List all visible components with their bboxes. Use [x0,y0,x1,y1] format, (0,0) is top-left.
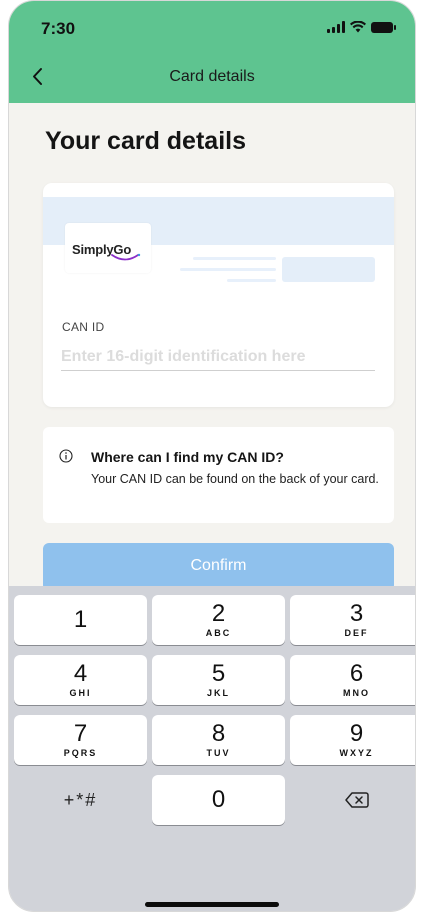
key-letters: TUV [206,748,231,758]
key-number: 0 [211,786,226,813]
page-title: Your card details [45,127,246,155]
key-number: 7 [73,720,88,747]
nav-title: Card details [169,68,255,85]
key-letters: ABC [205,628,232,638]
key-8[interactable]: 8 TUV [152,715,285,765]
signal-icon [327,21,345,33]
help-title: Where can I find my CAN ID? [91,449,284,465]
key-number: 4 [73,660,88,687]
symbols-key[interactable]: +*# [14,775,147,825]
key-4[interactable]: 4 GHI [14,655,147,705]
card-deco-pill [282,257,375,282]
key-0[interactable]: 0 [152,775,285,825]
key-2[interactable]: 2 ABC [152,595,285,645]
key-5[interactable]: 5 JKL [152,655,285,705]
key-number: 3 [349,600,364,627]
logo-smile-icon [111,253,141,261]
numeric-keypad: 1 2 ABC 3 DEF 4 GHI 5 JKL 6 MNO 7 PQRS 8… [9,586,415,911]
can-id-input[interactable] [61,343,375,371]
delete-key[interactable] [290,775,415,825]
key-letters: PQRS [63,748,98,758]
key-letters: WXYZ [339,748,374,758]
help-body: Your CAN ID can be found on the back of … [91,472,379,486]
key-6[interactable]: 6 MNO [290,655,415,705]
key-1[interactable]: 1 [14,595,147,645]
key-letters: DEF [344,628,369,638]
simplygo-logo: SimplyGo [65,223,151,273]
phone-screen: 7:30 Card details Your card details Simp… [8,0,416,912]
card-details-panel: SimplyGo CAN ID [43,183,394,407]
key-9[interactable]: 9 WXYZ [290,715,415,765]
wifi-icon [350,21,366,33]
can-id-help-box: Where can I find my CAN ID? Your CAN ID … [43,427,394,523]
key-7[interactable]: 7 PQRS [14,715,147,765]
home-indicator[interactable] [145,902,279,907]
status-icons [327,21,396,33]
can-id-label: CAN ID [62,320,105,334]
symbols-label: +*# [63,789,98,810]
key-number: 1 [73,606,88,633]
key-3[interactable]: 3 DEF [290,595,415,645]
confirm-button[interactable]: Confirm [43,543,394,591]
key-number: 8 [211,720,226,747]
battery-icon [371,22,396,33]
backspace-icon [344,792,369,808]
key-number: 6 [349,660,364,687]
app-header: 7:30 Card details [9,1,415,103]
key-letters: JKL [206,688,230,698]
key-number: 5 [211,660,226,687]
key-letters: MNO [343,688,370,698]
key-number: 2 [211,600,226,627]
card-deco-line [193,257,276,260]
key-number: 9 [349,720,364,747]
status-time: 7:30 [41,19,76,38]
card-deco-line [180,268,276,271]
key-letters: GHI [69,688,92,698]
info-icon [59,449,73,463]
card-deco-line [227,279,276,282]
